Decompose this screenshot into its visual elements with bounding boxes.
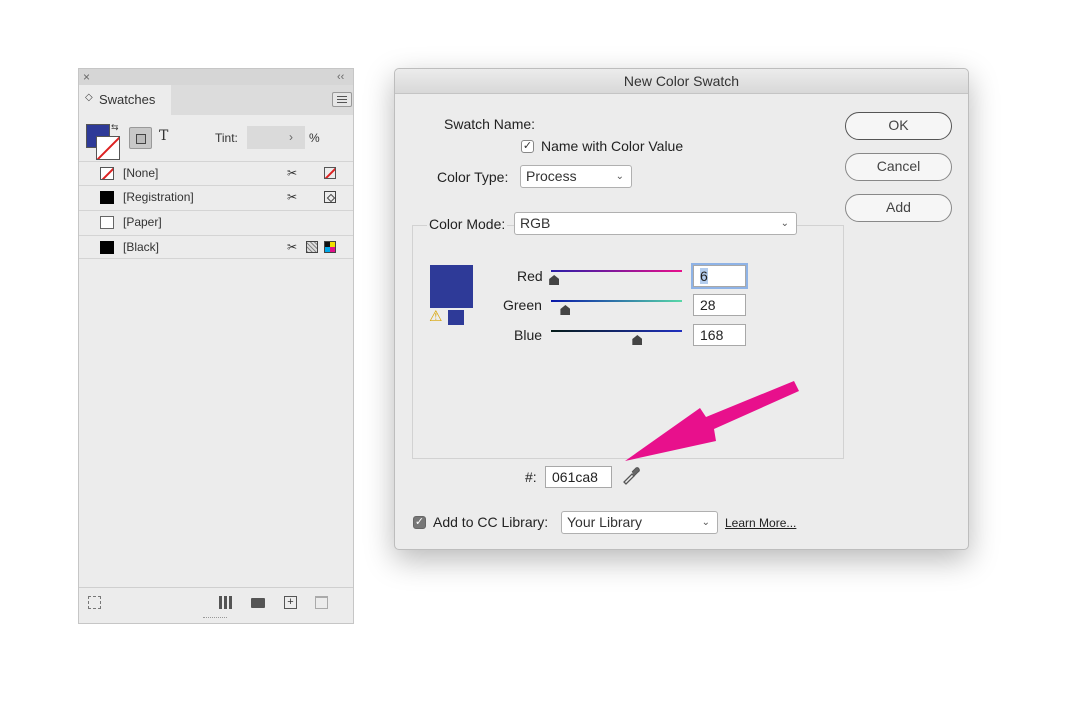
annotation-arrow-shape: [625, 381, 799, 461]
annotation-arrow: [625, 381, 799, 461]
